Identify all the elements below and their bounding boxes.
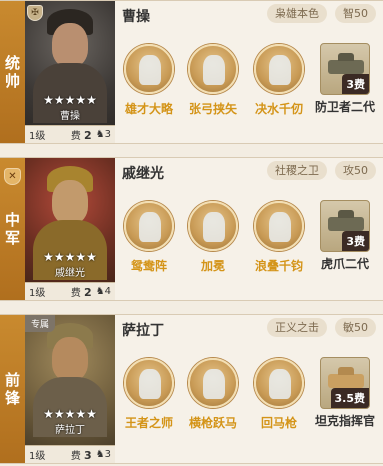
skill-icon <box>188 201 238 251</box>
portrait-footer: 1级 费 3 ♞ 3 <box>25 445 115 463</box>
horse-icon: ♞ <box>95 129 105 140</box>
general-card[interactable]: ✕ 中 军 ★★★★★ 戚继光 1级 费 2 ♞ 4 戚继光 社稷之卫 攻50 … <box>0 157 383 301</box>
unit-card: 3.5费 <box>320 357 370 409</box>
cost-display: 费 2 <box>70 286 92 299</box>
tank-icon <box>328 367 364 388</box>
role-char: 中 <box>4 211 20 229</box>
skill-label: 横枪跃马 <box>188 416 237 430</box>
tank-icon <box>328 53 364 74</box>
skill-icon <box>254 201 304 251</box>
portrait-name: 萨拉丁 <box>55 425 85 436</box>
skill-slot[interactable]: 浪叠千钧 <box>247 201 311 274</box>
skill-icon <box>188 358 238 408</box>
cost-display: 费 3 <box>70 449 92 462</box>
unit-name: 虎爪二代 <box>320 257 369 271</box>
skill-slot[interactable]: 回马枪 <box>247 358 311 431</box>
unit-slot[interactable]: 3费 防卫者二代 <box>312 43 378 115</box>
unit-card: 3费 <box>320 43 370 95</box>
portrait-footer: 1级 费 2 ♞ 4 <box>25 282 115 300</box>
unit-card: 3费 <box>320 200 370 252</box>
skill-label: 鸳鸯阵 <box>130 259 167 273</box>
skill-label: 张弓挟矢 <box>188 102 237 116</box>
portrait-name: 戚继光 <box>55 268 85 279</box>
unit-cost-badge: 3费 <box>342 74 369 94</box>
trait-badge[interactable]: 枭雄本色 <box>267 4 327 23</box>
cost-display: 费 2 <box>70 129 92 142</box>
level-label: 1级 <box>29 451 46 462</box>
skill-label: 浪叠千钧 <box>254 259 303 273</box>
skill-slot[interactable]: 张弓挟矢 <box>181 44 245 117</box>
skill-label: 雄才大略 <box>124 102 173 116</box>
role-tab: 统 帅 <box>0 1 25 143</box>
face-shape <box>52 180 88 224</box>
unit-name: 防卫者二代 <box>314 100 375 114</box>
skill-label: 决水千仞 <box>254 102 303 116</box>
skill-icon <box>124 44 174 94</box>
general-portrait[interactable]: ★★★★★ 戚继光 1级 费 2 ♞ 4 <box>25 158 115 300</box>
horse-count: 3 <box>104 129 111 140</box>
star-rating: ★★★★★ <box>43 250 97 264</box>
skill-label: 加冕 <box>200 259 225 273</box>
role-tab: 前 锋 <box>0 315 25 463</box>
trait-badge[interactable]: 正义之击 <box>267 318 327 337</box>
crossed-swords-icon: ✕ <box>4 168 21 185</box>
unit-slot[interactable]: 3费 虎爪二代 <box>312 200 378 272</box>
level-label: 1级 <box>29 131 46 142</box>
skill-slot[interactable]: 横枪跃马 <box>181 358 245 431</box>
unit-slot[interactable]: 3.5费 坦克指挥官 <box>312 357 378 429</box>
general-card[interactable]: 前 锋 专属 ★★★★★ 萨拉丁 1级 费 3 ♞ 3 萨拉丁 正义之击 敏50… <box>0 314 383 464</box>
star-rating: ★★★★★ <box>43 407 97 421</box>
skill-slot[interactable]: 雄才大略 <box>117 44 181 117</box>
role-char: 帅 <box>4 72 20 90</box>
horse-icon: ♞ <box>95 449 105 460</box>
portrait-footer: 1级 费 2 ♞ 3 <box>25 125 115 143</box>
skill-icon <box>188 44 238 94</box>
skill-label: 王者之师 <box>124 416 173 430</box>
general-card[interactable]: 统 帅 ✠ ★★★★★ 曹操 1级 费 2 ♞ 3 曹操 枭雄本色 智50 雄才… <box>0 0 383 144</box>
role-char: 统 <box>4 54 20 72</box>
star-rating: ★★★★★ <box>43 93 97 107</box>
level-label: 1级 <box>29 288 46 299</box>
skill-icon <box>254 358 304 408</box>
trait-badge[interactable]: 社稷之卫 <box>267 161 327 180</box>
tank-icon <box>328 210 364 231</box>
general-portrait[interactable]: 专属 ★★★★★ 萨拉丁 1级 费 3 ♞ 3 <box>25 315 115 463</box>
skill-label: 回马枪 <box>260 416 297 430</box>
skill-icon <box>124 358 174 408</box>
general-name: 戚继光 <box>122 166 164 182</box>
role-char: 军 <box>4 229 20 247</box>
role-char: 锋 <box>4 389 20 407</box>
skill-icon <box>124 201 174 251</box>
unit-cost-badge: 3费 <box>342 231 369 251</box>
skill-icon <box>254 44 304 94</box>
shield-icon: ✠ <box>27 5 43 21</box>
role-tab: ✕ 中 军 <box>0 158 25 300</box>
face-shape <box>52 23 88 67</box>
skill-slot[interactable]: 鸳鸯阵 <box>117 201 181 274</box>
face-shape <box>52 337 88 381</box>
skill-slot[interactable]: 王者之师 <box>117 358 181 431</box>
horse-icon: ♞ <box>95 286 105 297</box>
role-char: 前 <box>4 371 20 389</box>
unit-cost-badge: 3.5费 <box>330 388 369 408</box>
general-name: 萨拉丁 <box>122 323 164 339</box>
portrait-name: 曹操 <box>60 111 80 122</box>
exclusive-tag: 专属 <box>25 315 56 332</box>
unit-name: 坦克指挥官 <box>314 414 375 428</box>
horse-count: 3 <box>104 449 111 460</box>
stat-badge: 智50 <box>335 4 376 23</box>
general-name: 曹操 <box>122 9 150 25</box>
skill-slot[interactable]: 加冕 <box>181 201 245 274</box>
skill-slot[interactable]: 决水千仞 <box>247 44 311 117</box>
stat-badge: 敏50 <box>335 318 376 337</box>
general-portrait[interactable]: ✠ ★★★★★ 曹操 1级 费 2 ♞ 3 <box>25 1 115 143</box>
horse-count: 4 <box>104 286 111 297</box>
stat-badge: 攻50 <box>335 161 376 180</box>
